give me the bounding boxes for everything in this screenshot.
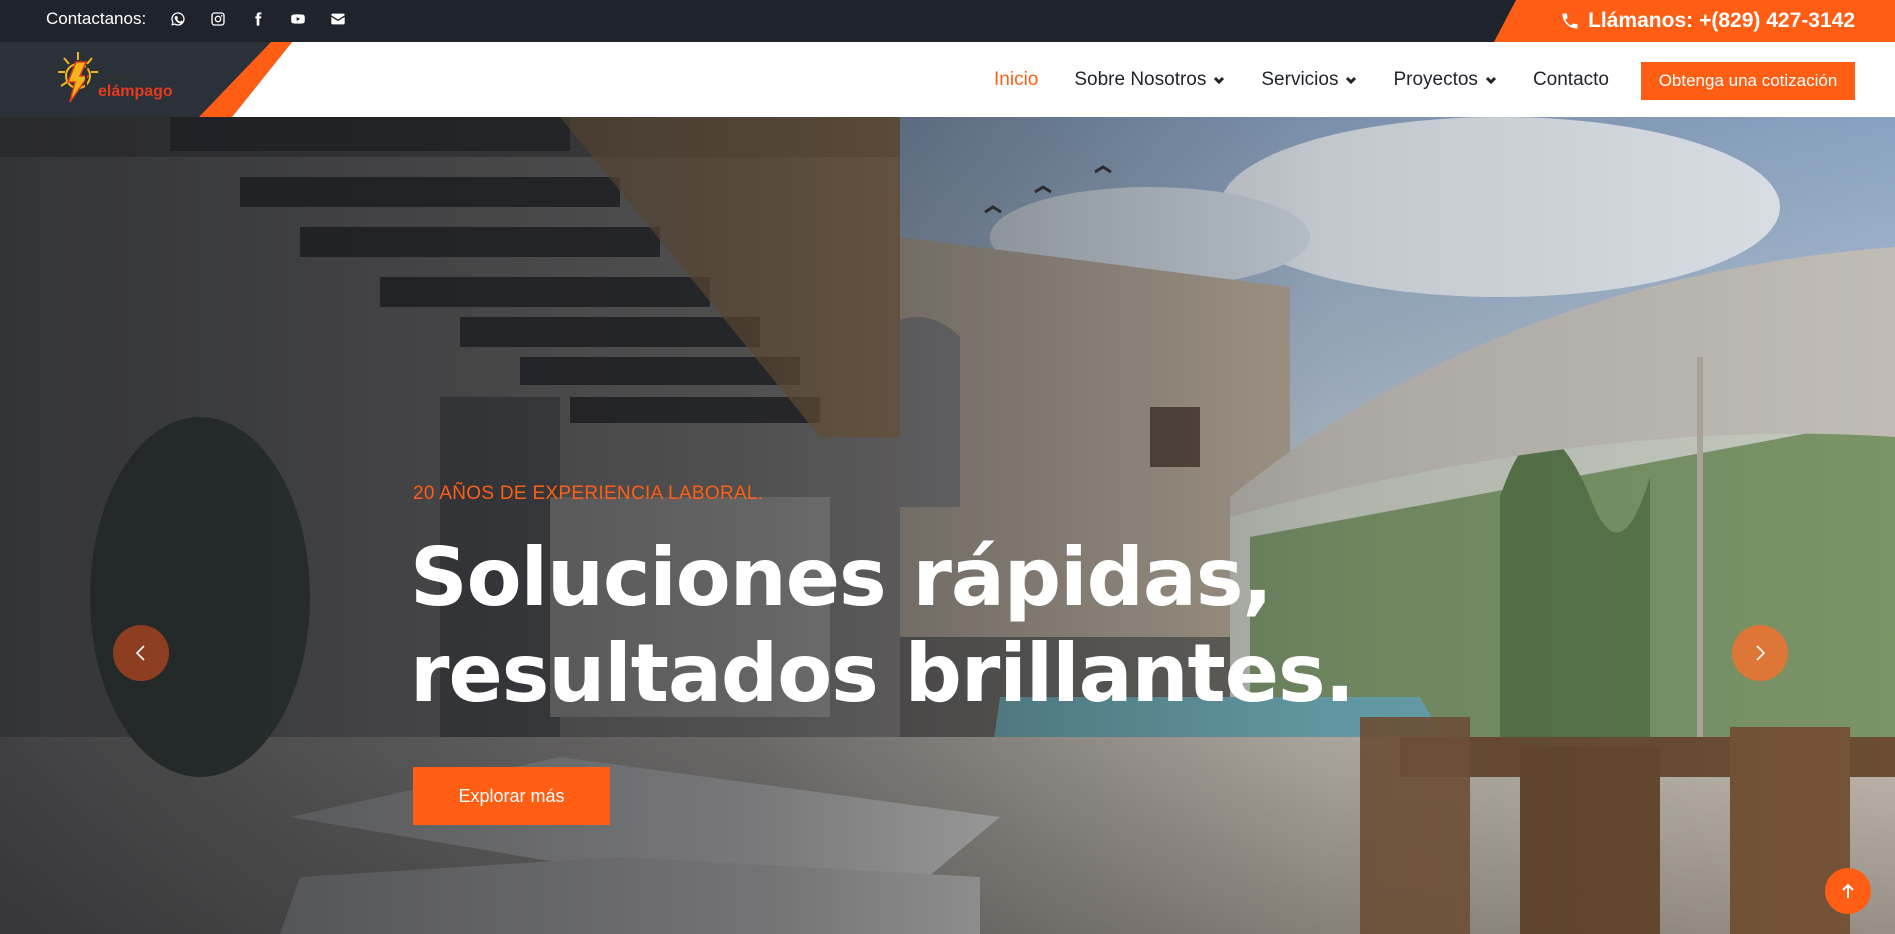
nav-item-sobre-nosotros[interactable]: Sobre Nosotros (1074, 69, 1225, 91)
chevron-right-icon (1756, 645, 1766, 661)
youtube-icon[interactable] (278, 0, 318, 38)
chevron-left-icon (135, 645, 145, 661)
top-bar: Contactanos: Llámanos: +(829) 427-3142 (0, 0, 1895, 42)
nav-menu: Inicio Sobre Nosotros Servicios Proyecto… (994, 42, 1645, 117)
logo-text-big: elámpago (98, 83, 173, 100)
social-links (158, 0, 358, 38)
contact-label: Contactanos: (46, 9, 147, 28)
nav-item-label: Inicio (994, 68, 1039, 90)
explore-more-button[interactable]: Explorar más (413, 767, 610, 825)
hero-title-line2: resultados brillantes. (410, 627, 1355, 720)
nav-item-servicios[interactable]: Servicios (1261, 69, 1357, 91)
logo-text-small: Reparaciones (100, 72, 149, 82)
hero-dark-overlay (0, 117, 1895, 934)
hero-title-line1: Soluciones rápidas, (410, 531, 1273, 624)
contact-bar: Contactanos: (46, 0, 358, 38)
phone-icon (1562, 13, 1578, 29)
back-to-top-button[interactable] (1825, 868, 1871, 914)
chevron-down-icon (1214, 76, 1225, 84)
get-quote-button[interactable]: Obtenga una cotización (1641, 62, 1855, 100)
chevron-down-icon (1485, 76, 1496, 84)
phone-number[interactable]: +(829) 427-3142 (1699, 9, 1855, 33)
nav-item-contacto[interactable]: Contacto (1533, 69, 1609, 91)
nav-item-label: Sobre Nosotros (1074, 68, 1207, 90)
nav-item-label: Contacto (1532, 68, 1609, 90)
arrow-up-icon (1842, 883, 1854, 898)
nav-item-inicio[interactable]: Inicio (994, 69, 1038, 91)
facebook-icon[interactable] (238, 0, 278, 38)
instagram-icon[interactable] (198, 0, 238, 38)
hero-eyebrow: 20 AÑOS DE EXPERIENCIA LABORAL. (413, 483, 764, 504)
hero-title: Soluciones rápidas, resultados brillante… (410, 530, 1410, 722)
main-navbar: Reparaciones elámpago Inicio Sobre Nosot… (0, 42, 1895, 117)
hero-slider: 20 AÑOS DE EXPERIENCIA LABORAL. Solucion… (0, 117, 1895, 934)
slider-next-button[interactable] (1732, 625, 1788, 681)
whatsapp-icon[interactable] (158, 0, 198, 38)
envelope-icon[interactable] (318, 0, 358, 38)
nav-item-label: Servicios (1261, 68, 1339, 90)
call-label: Llámanos: (1588, 9, 1694, 32)
call-box[interactable]: Llámanos: +(829) 427-3142 (1494, 0, 1895, 42)
chevron-down-icon (1346, 76, 1357, 84)
slider-prev-button[interactable] (113, 625, 169, 681)
nav-item-proyectos[interactable]: Proyectos (1393, 69, 1496, 91)
nav-item-label: Proyectos (1393, 68, 1478, 90)
